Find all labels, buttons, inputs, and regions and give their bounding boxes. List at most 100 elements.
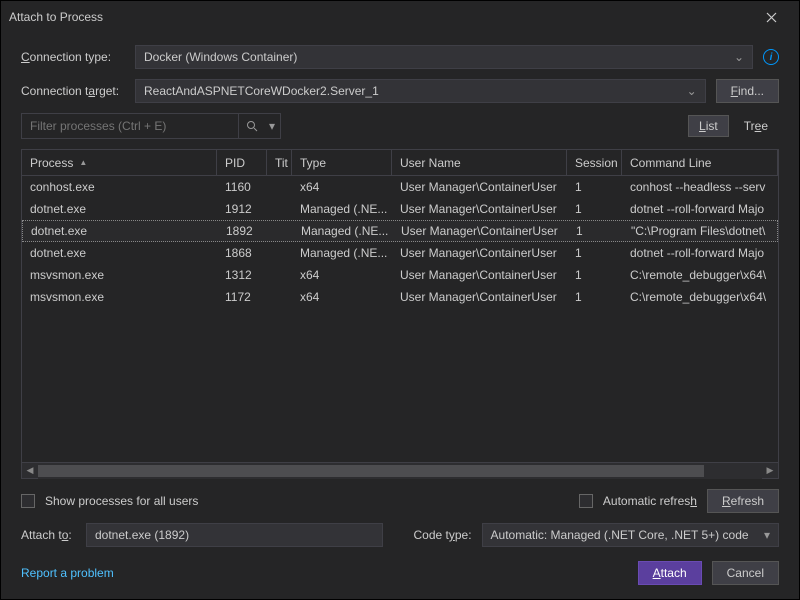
cell: msvsmon.exe [22,290,217,304]
attach-to-row: Attach to: dotnet.exe (1892) Code type: … [21,523,779,547]
cell: x64 [292,268,392,282]
cell: C:\remote_debugger\x64\ [622,290,778,304]
col-pid[interactable]: PID [217,150,267,175]
cell: 1868 [217,246,267,260]
cell: dotnet.exe [22,246,217,260]
cell: msvsmon.exe [22,268,217,282]
cell: 1912 [217,202,267,216]
col-process[interactable]: Process▲ [22,150,217,175]
horizontal-scrollbar[interactable]: ◀ ▶ [22,462,778,478]
col-cmd[interactable]: Command Line [622,150,778,175]
scroll-thumb[interactable] [38,465,704,477]
tree-view-toggle[interactable]: Tree [733,115,779,137]
options-row: Show processes for all users Automatic r… [21,489,779,513]
connection-type-combo[interactable]: Docker (Windows Container) ⌄ [135,45,753,69]
table-row[interactable]: msvsmon.exe1172 x64User Manager\Container… [22,286,778,308]
connection-target-label: Connection target: [21,84,125,98]
table-row[interactable]: msvsmon.exe1312 x64User Manager\Container… [22,264,778,286]
cell: C:\remote_debugger\x64\ [622,268,778,282]
cell: User Manager\ContainerUser [392,202,567,216]
view-toggle: List Tree [688,115,779,137]
search-icon[interactable] [238,114,264,138]
cell: User Manager\ContainerUser [393,224,568,238]
scroll-track[interactable] [38,463,762,479]
dialog-content: Connection type: Docker (Windows Contain… [1,33,799,599]
col-user[interactable]: User Name [392,150,567,175]
auto-refresh-label: Automatic refresh [603,494,697,508]
cell: 1 [567,246,622,260]
cell: Managed (.NE... [292,202,392,216]
cell: "C:\Program Files\dotnet\ [623,224,777,238]
scroll-left-icon[interactable]: ◀ [22,463,38,479]
show-all-users-checkbox[interactable] [21,494,35,508]
auto-refresh-checkbox[interactable] [579,494,593,508]
cell: 1 [567,180,622,194]
attach-to-label: Attach to: [21,528,76,542]
refresh-button[interactable]: Refresh [707,489,779,513]
cell: 1 [567,202,622,216]
cell: Managed (.NE... [292,246,392,260]
cell: conhost --headless --serv [622,180,778,194]
cell: 1892 [218,224,268,238]
footer-row: Report a problem Attach Cancel [21,561,779,585]
table-row[interactable]: dotnet.exe1868Managed (.NE...User Manage… [22,242,778,264]
list-view-toggle[interactable]: List [688,115,729,137]
code-type-value: Automatic: Managed (.NET Core, .NET 5+) … [491,528,749,542]
sort-asc-icon: ▲ [79,158,87,167]
cell: 1 [567,290,622,304]
attach-to-process-dialog: Attach to Process Connection type: Docke… [0,0,800,600]
cell: User Manager\ContainerUser [392,290,567,304]
connection-target-value: ReactAndASPNETCoreWDocker2.Server_1 [144,84,379,98]
connection-type-label: Connection type: [21,50,125,64]
find-button[interactable]: Find... [716,79,779,103]
cell: 1160 [217,180,267,194]
cell: Managed (.NE... [293,224,393,238]
cell: User Manager\ContainerUser [392,268,567,282]
close-icon [766,12,777,23]
report-problem-link[interactable]: Report a problem [21,566,114,580]
cell: dotnet --roll-forward Majo [622,202,778,216]
show-all-users-label: Show processes for all users [45,494,198,508]
grid-body: conhost.exe1160x64User Manager\Container… [22,176,778,462]
scroll-right-icon[interactable]: ▶ [762,463,778,479]
cell: 1172 [217,290,267,304]
chevron-down-icon: ⌄ [734,50,744,64]
connection-target-combo[interactable]: ReactAndASPNETCoreWDocker2.Server_1 ⌄ [135,79,706,103]
cell: 1 [568,224,623,238]
table-row[interactable]: dotnet.exe1892 Managed (.NE...User Manage… [22,220,778,242]
chevron-down-icon: ▾ [764,528,770,542]
cell: User Manager\ContainerUser [392,180,567,194]
process-grid: Process▲ PID Tit Type User Name Session … [21,149,779,479]
cell: 1 [567,268,622,282]
cancel-button[interactable]: Cancel [712,561,779,585]
attach-to-value: dotnet.exe (1892) [95,528,189,542]
close-button[interactable] [751,2,791,32]
filter-box: ▾ [21,113,281,139]
table-row[interactable]: conhost.exe1160 x64User Manager\Container… [22,176,778,198]
attach-to-field[interactable]: dotnet.exe (1892) [86,523,383,547]
cell: conhost.exe [22,180,217,194]
connection-target-row: Connection target: ReactAndASPNETCoreWDo… [21,79,779,103]
col-type[interactable]: Type [292,150,392,175]
dialog-title: Attach to Process [9,10,751,24]
info-icon[interactable]: i [763,49,779,65]
table-row[interactable]: dotnet.exe1912Managed (.NE...User Manage… [22,198,778,220]
connection-type-value: Docker (Windows Container) [144,50,297,64]
code-type-combo[interactable]: Automatic: Managed (.NET Core, .NET 5+) … [482,523,779,547]
chevron-down-icon: ⌄ [687,84,697,98]
cell: x64 [292,180,392,194]
filter-row: ▾ List Tree [21,113,779,139]
filter-input[interactable] [22,114,238,138]
connection-type-row: Connection type: Docker (Windows Contain… [21,45,779,69]
attach-button[interactable]: Attach [638,561,702,585]
cell: dotnet.exe [23,224,218,238]
col-title[interactable]: Tit [267,150,292,175]
cell: dotnet --roll-forward Majo [622,246,778,260]
filter-dropdown-icon[interactable]: ▾ [264,114,280,138]
grid-header: Process▲ PID Tit Type User Name Session … [22,150,778,176]
col-session[interactable]: Session [567,150,622,175]
cell: x64 [292,290,392,304]
code-type-label: Code type: [413,528,471,542]
cell: 1312 [217,268,267,282]
titlebar: Attach to Process [1,1,799,33]
